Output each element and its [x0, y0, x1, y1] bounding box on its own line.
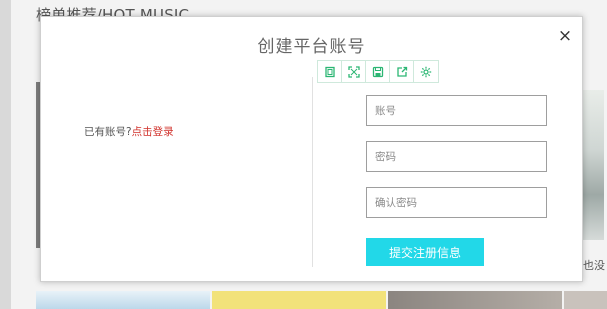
- window-icon[interactable]: [318, 61, 342, 82]
- share-icon[interactable]: [390, 61, 414, 82]
- login-prompt-text: 已有账号?: [84, 126, 132, 138]
- register-modal: 创建平台账号 × 已有账号?点击登录 提交注册信息: [40, 16, 583, 282]
- confirm-password-input[interactable]: [366, 187, 547, 218]
- album-thumbnail[interactable]: [36, 291, 210, 309]
- account-input[interactable]: [366, 95, 547, 126]
- close-button[interactable]: ×: [555, 26, 575, 46]
- album-thumbnail[interactable]: [564, 291, 607, 309]
- background-caption: 也没: [583, 259, 605, 272]
- save-icon[interactable]: [366, 61, 390, 82]
- settings-icon[interactable]: [414, 61, 438, 82]
- submit-button[interactable]: 提交注册信息: [366, 238, 484, 266]
- album-thumbnail[interactable]: [388, 291, 562, 309]
- album-thumbnail[interactable]: [212, 291, 386, 309]
- fullscreen-icon[interactable]: [342, 61, 366, 82]
- divider: [312, 77, 313, 267]
- password-input[interactable]: [366, 141, 547, 172]
- modal-title: 创建平台账号: [257, 37, 366, 57]
- toolbar: [317, 60, 439, 83]
- login-link[interactable]: 点击登录: [132, 126, 174, 138]
- login-prompt: 已有账号?点击登录: [84, 124, 174, 139]
